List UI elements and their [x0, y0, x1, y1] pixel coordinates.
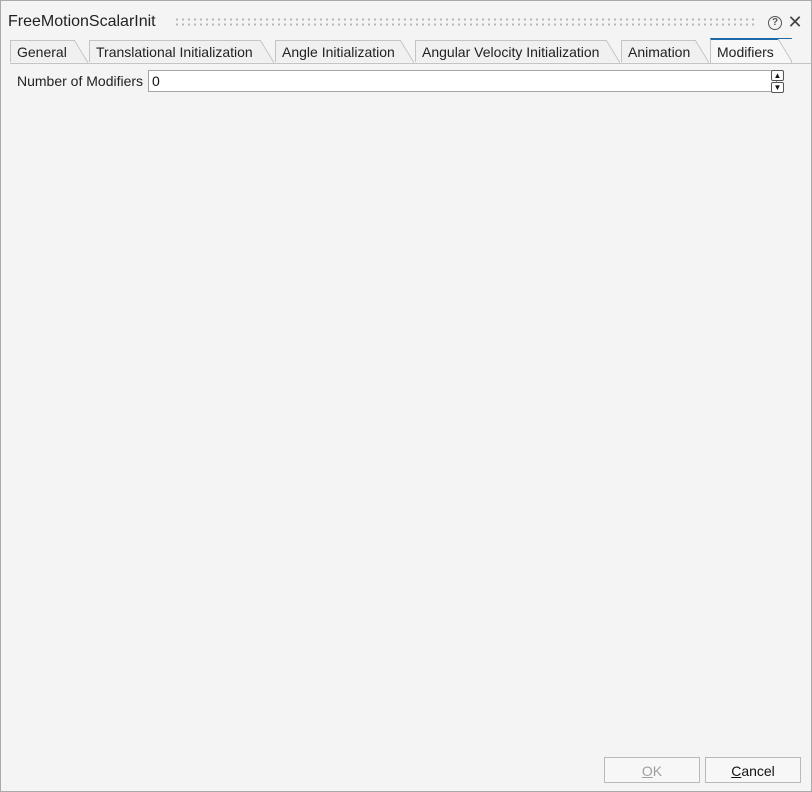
ok-label-rest: K: [652, 763, 663, 779]
tab-label: Animation: [628, 44, 691, 60]
ok-button[interactable]: OK: [604, 757, 700, 783]
tab-divider: [10, 63, 811, 64]
number-of-modifiers-spinner[interactable]: ▲ ▼: [771, 70, 784, 93]
close-icon[interactable]: ✕: [787, 13, 803, 31]
tab-label: General: [17, 44, 67, 60]
window-title: FreeMotionScalarInit: [8, 13, 156, 30]
drag-grip[interactable]: [174, 17, 758, 27]
number-of-modifiers-input[interactable]: [148, 70, 777, 92]
tab-label: Translational Initialization: [96, 44, 253, 60]
spin-down-icon[interactable]: ▼: [771, 82, 784, 93]
tab-angle-initialization[interactable]: Angle Initialization: [275, 40, 414, 63]
tab-translational-initialization[interactable]: Translational Initialization: [89, 40, 274, 63]
spin-up-icon[interactable]: ▲: [771, 70, 784, 81]
tab-angular-velocity-initialization[interactable]: Angular Velocity Initialization: [415, 40, 620, 63]
dialog-window: FreeMotionScalarInit ? ✕ General Transla…: [0, 0, 812, 792]
cancel-label-rest: ancel: [741, 763, 775, 779]
title-bar[interactable]: FreeMotionScalarInit ? ✕: [1, 1, 811, 37]
tab-label: Angular Velocity Initialization: [422, 44, 600, 60]
tab-modifiers[interactable]: Modifiers: [710, 38, 792, 64]
cancel-mnemonic: C: [731, 763, 742, 779]
help-icon[interactable]: ?: [768, 16, 782, 30]
cancel-button[interactable]: Cancel: [705, 757, 801, 783]
ok-mnemonic: O: [641, 763, 653, 779]
tab-label: Angle Initialization: [282, 44, 395, 60]
tab-label: Modifiers: [717, 44, 774, 60]
tab-animation[interactable]: Animation: [621, 40, 709, 63]
tab-general[interactable]: General: [10, 40, 88, 63]
tab-bar: General Translational Initialization Ang…: [10, 38, 800, 64]
number-of-modifiers-label: Number of Modifiers: [17, 73, 144, 89]
